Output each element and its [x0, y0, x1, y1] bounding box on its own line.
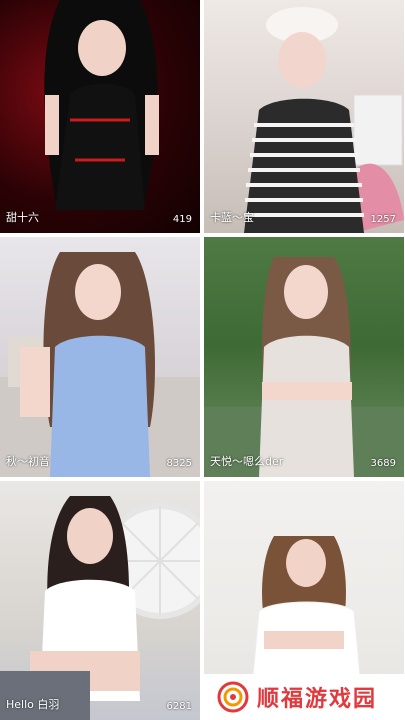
viewer-count: 6281: [166, 701, 192, 712]
logo-icon: [217, 681, 249, 713]
streamer-card[interactable]: 天悦～嗯么der 3689: [204, 237, 404, 477]
viewer-count: 3689: [370, 458, 396, 469]
viewer-count: 8325: [166, 458, 192, 469]
streamer-grid: 甜十六 419 卡蓝～宝 1257 秋～初音 8325 天悦～嗯么der 368…: [0, 0, 405, 720]
streamer-photo: [244, 7, 404, 233]
site-watermark: 顺福游戏园: [203, 674, 405, 720]
streamer-photo: [0, 496, 200, 720]
streamer-card[interactable]: 秋～初音 8325: [0, 237, 200, 477]
streamer-name: 卡蓝～宝: [210, 211, 254, 224]
streamer-name: 天悦～嗯么der: [210, 455, 284, 468]
streamer-name: Hello 白羽: [6, 698, 60, 711]
streamer-name: 甜十六: [6, 211, 39, 224]
watermark-text: 顺福游戏园: [257, 687, 378, 712]
streamer-card[interactable]: 甜十六 419: [0, 0, 200, 233]
viewer-count: 419: [172, 214, 192, 225]
streamer-photo: [204, 257, 404, 477]
streamer-name: 秋～初音: [6, 455, 50, 468]
streamer-card[interactable]: Hello 白羽 6281: [0, 481, 200, 720]
streamer-photo: [44, 0, 159, 210]
viewer-count: 1257: [370, 214, 396, 225]
streamer-card[interactable]: 卡蓝～宝 1257: [204, 0, 404, 233]
streamer-photo: [0, 252, 200, 477]
